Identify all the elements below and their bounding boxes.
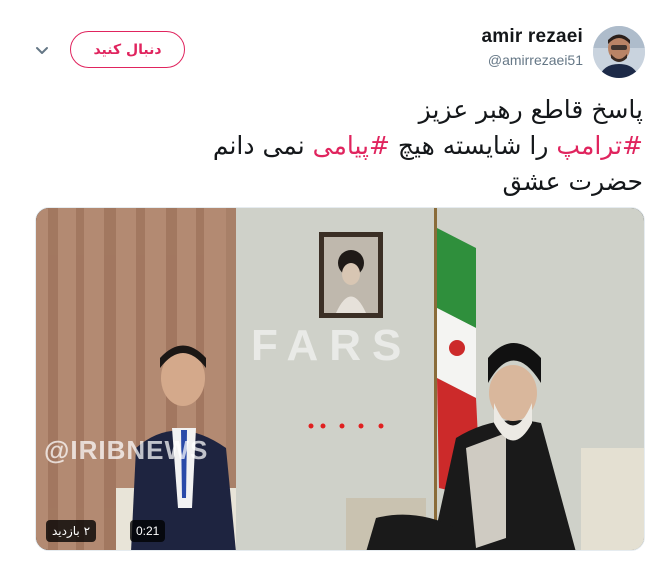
video-frame <box>36 208 644 550</box>
watermark-irib: @IRIBNEWS <box>44 435 209 465</box>
tweet-header: دنبال کنید amir rezaei @amirrezaei51 <box>0 0 665 90</box>
chevron-down-icon[interactable] <box>34 42 50 58</box>
hashtag-message[interactable]: #پیامی <box>313 131 390 160</box>
tweet-line-2-mid: را شایسته هیچ <box>389 131 557 160</box>
tweet-line-2: #ترامپ را شایسته هیچ #پیامی نمی دانم <box>23 128 643 164</box>
avatar[interactable] <box>593 26 645 78</box>
user-info[interactable]: amir rezaei @amirrezaei51 <box>482 26 584 68</box>
watermark-fars: FARS <box>251 321 413 370</box>
video-player[interactable]: FARS @IRIBNEWS ۲ بازدید 0:21 <box>35 207 645 551</box>
tweet-line-1: پاسخ قاطع رهبر عزیز <box>418 95 643 124</box>
tweet-text: پاسخ قاطع رهبر عزیز #ترامپ را شایسته هیچ… <box>23 92 643 200</box>
tweet-line-3: حضرت عشق <box>502 167 643 196</box>
display-name[interactable]: amir rezaei <box>482 26 584 48</box>
follow-button[interactable]: دنبال کنید <box>70 31 185 68</box>
hashtag-trump[interactable]: #ترامپ <box>556 131 643 160</box>
video-duration-badge: 0:21 <box>130 520 166 542</box>
view-count-badge: ۲ بازدید <box>46 520 97 542</box>
tweet-line-2-end: نمی دانم <box>212 131 313 160</box>
user-handle[interactable]: @amirrezaei51 <box>482 52 583 68</box>
